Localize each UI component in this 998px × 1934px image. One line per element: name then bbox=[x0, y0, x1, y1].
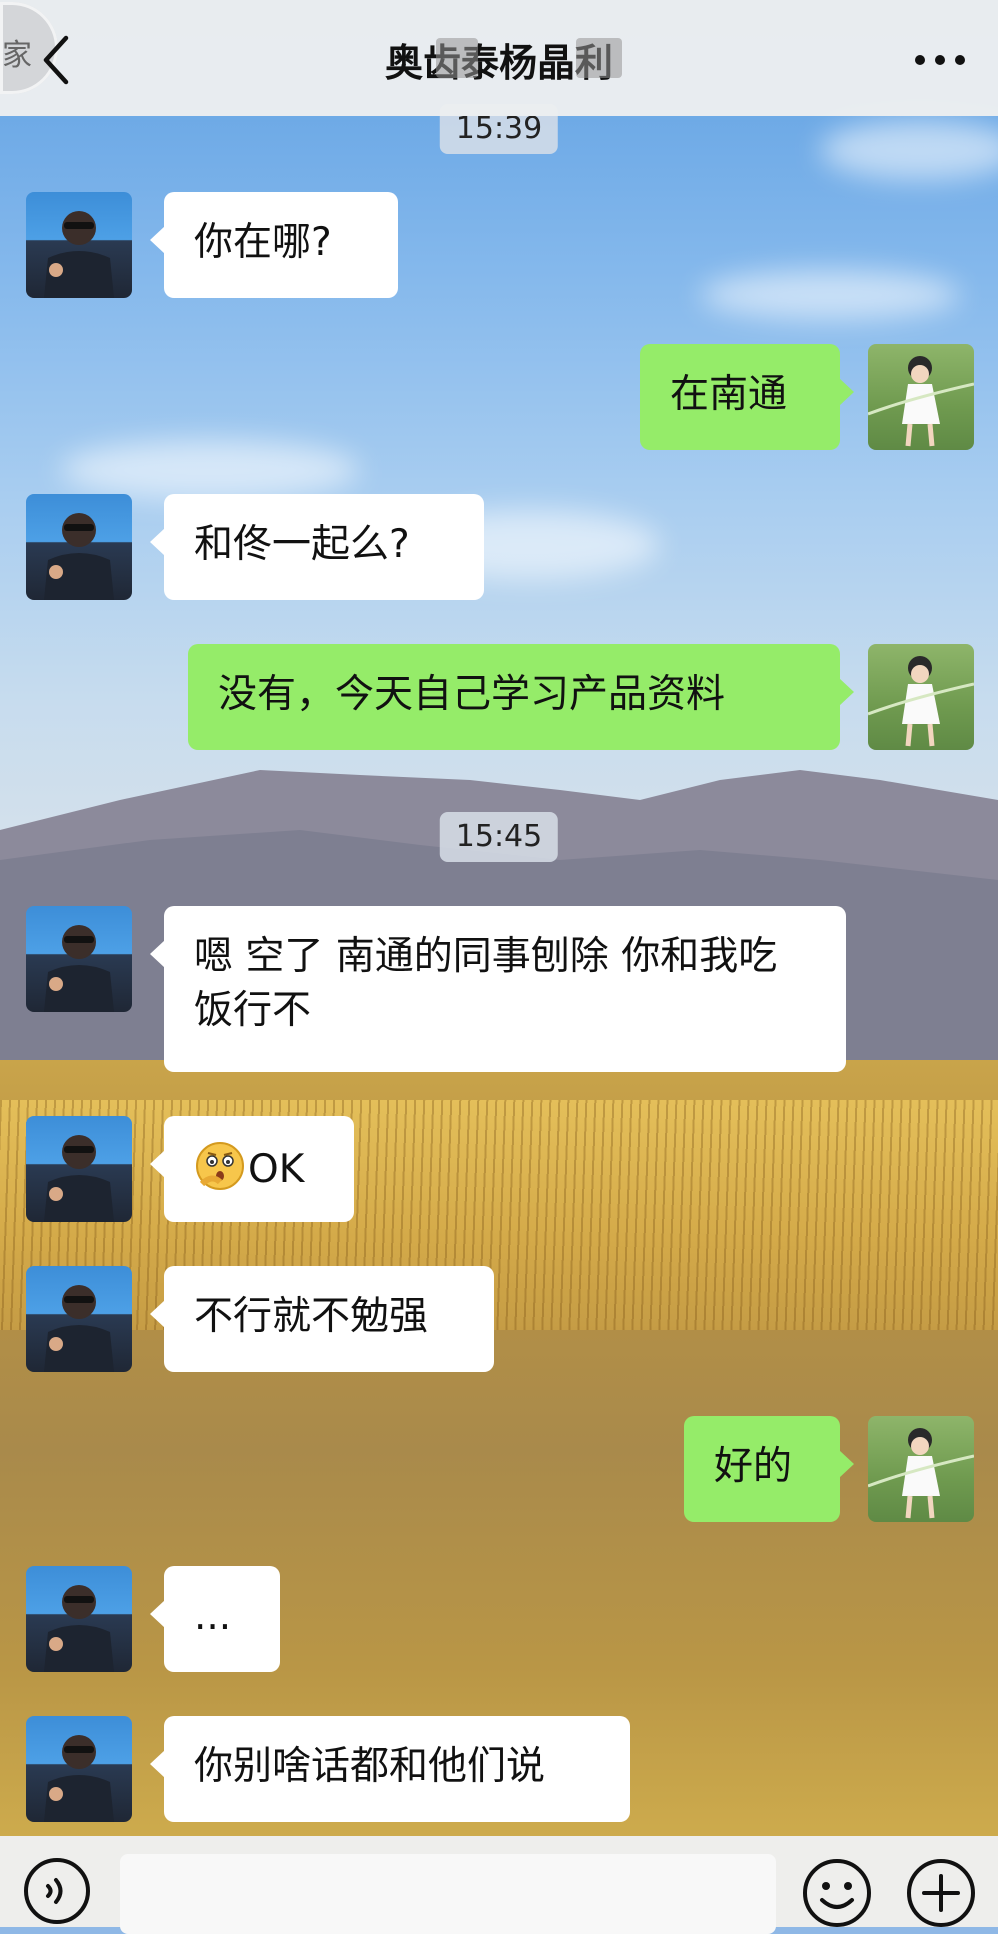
message-bubble-incoming[interactable]: 和佟一起么? bbox=[150, 494, 484, 600]
message-bubble-outgoing[interactable]: 在南通 bbox=[640, 344, 854, 450]
message-bubble-incoming[interactable]: OK bbox=[150, 1116, 354, 1222]
message-bubble-incoming[interactable]: 不行就不勉强 bbox=[150, 1266, 494, 1372]
voice-button[interactable] bbox=[22, 1856, 92, 1926]
chat-title: 奥齿泰杨晶利 bbox=[384, 41, 613, 85]
message-bubble-outgoing[interactable]: 没有，今天自己学习产品资料 bbox=[188, 644, 854, 750]
message-bubble-incoming[interactable]: 嗯 空了 南通的同事刨除 你和我吃饭行不 bbox=[150, 906, 846, 1072]
my-avatar[interactable] bbox=[868, 644, 974, 750]
contact-avatar[interactable] bbox=[26, 494, 132, 600]
chat-header: 家 奥齿泰杨晶利 bbox=[0, 0, 998, 116]
input-bar bbox=[0, 1836, 998, 1934]
contact-avatar[interactable] bbox=[26, 1566, 132, 1672]
my-avatar[interactable] bbox=[868, 344, 974, 450]
wallpaper-reeds bbox=[0, 1100, 998, 1330]
emoji-button[interactable] bbox=[800, 1856, 874, 1930]
message-bubble-incoming[interactable]: ... bbox=[150, 1566, 280, 1672]
contact-avatar[interactable] bbox=[26, 906, 132, 1012]
message-input[interactable] bbox=[120, 1854, 776, 1934]
contact-avatar[interactable] bbox=[26, 1116, 132, 1222]
message-bubble-outgoing[interactable]: 好的 bbox=[684, 1416, 854, 1522]
message-bubble-incoming[interactable]: 你在哪? bbox=[150, 192, 398, 298]
emoji-icon bbox=[803, 1859, 871, 1927]
message-text: OK bbox=[248, 1147, 305, 1192]
plus-icon bbox=[907, 1859, 975, 1927]
contact-avatar[interactable] bbox=[26, 192, 132, 298]
more-dots-icon bbox=[915, 55, 965, 65]
timestamp: 15:45 bbox=[439, 812, 559, 862]
message-bubble-incoming[interactable]: 你别啥话都和他们说 bbox=[150, 1716, 630, 1822]
plus-button[interactable] bbox=[904, 1856, 978, 1930]
title-redaction bbox=[576, 38, 622, 78]
contact-avatar[interactable] bbox=[26, 1716, 132, 1822]
contact-avatar[interactable] bbox=[26, 1266, 132, 1372]
my-avatar[interactable] bbox=[868, 1416, 974, 1522]
more-button[interactable] bbox=[910, 40, 970, 80]
voice-icon bbox=[24, 1858, 90, 1924]
thinking-face-icon bbox=[196, 1142, 244, 1190]
title-redaction bbox=[436, 38, 478, 78]
